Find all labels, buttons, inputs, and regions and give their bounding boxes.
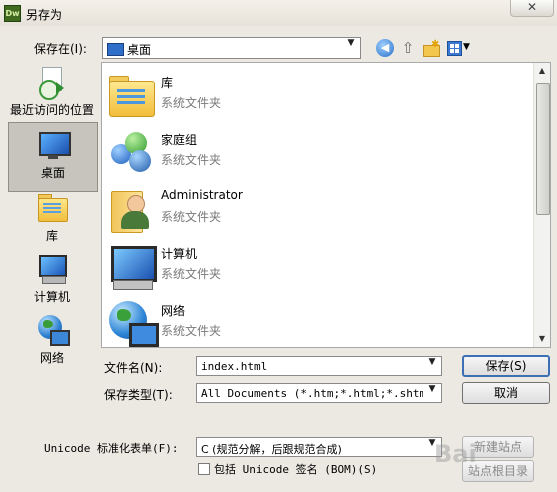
computer-icon (107, 242, 157, 290)
save-button[interactable]: 保存(S) (462, 355, 550, 377)
computer-icon (36, 253, 68, 285)
up-folder-icon[interactable]: ⇧ (399, 39, 417, 57)
list-item[interactable]: 网络 系统文件夹 (107, 295, 487, 351)
file-name: 计算机 (161, 247, 198, 261)
filetype-dropdown[interactable]: All Documents (*.htm;*.html;*.shtm;*. ▼ (196, 383, 442, 403)
cancel-button[interactable]: 取消 (462, 382, 550, 404)
list-item[interactable]: 库 系统文件夹 (107, 67, 487, 123)
filetype-label: 保存类型(T): (104, 388, 173, 402)
unicode-normalization-value: C (规范分解，后跟规范合成) (201, 443, 342, 456)
chevron-down-icon: ▼ (347, 38, 355, 48)
place-label: 桌面 (40, 166, 65, 180)
file-type: 系统文件夹 (161, 324, 222, 338)
dreamweaver-app-icon: Dw (4, 5, 21, 22)
filename-value: index.html (201, 360, 268, 373)
file-name: 网络 (161, 304, 186, 318)
bom-checkbox-label: 包括 Unicode 签名 (BOM)(S) (214, 463, 378, 476)
place-recent[interactable]: 最近访问的位置 (8, 66, 96, 118)
file-name: Administrator (161, 188, 243, 202)
network-icon (36, 314, 70, 346)
save-in-dropdown[interactable]: 桌面 ▼ (102, 37, 361, 59)
file-name: 家庭组 (161, 133, 198, 147)
filename-label: 文件名(N): (104, 361, 163, 375)
scroll-up-icon[interactable]: ▲ (534, 63, 550, 79)
file-list-scrollbar[interactable]: ▲ ▼ (533, 63, 550, 347)
user-folder-icon (107, 185, 155, 233)
back-icon[interactable]: ◀ (376, 39, 394, 57)
place-desktop[interactable]: 桌面 (8, 122, 98, 192)
desktop-icon (107, 43, 124, 56)
place-network[interactable]: 网络 (8, 314, 96, 366)
window-title: 另存为 (26, 8, 63, 22)
unicode-normalization-dropdown[interactable]: C (规范分解，后跟规范合成) ▼ (196, 437, 442, 457)
new-folder-icon[interactable]: ✱ (422, 39, 440, 57)
bom-checkbox[interactable] (198, 463, 210, 475)
place-label: 计算机 (33, 290, 70, 304)
unicode-normalization-label: Unicode 标准化表单(F): (44, 442, 179, 455)
recent-places-icon (36, 66, 68, 100)
scroll-thumb[interactable] (536, 83, 550, 215)
save-in-value: 桌面 (127, 43, 152, 57)
place-label: 最近访问的位置 (9, 103, 94, 117)
save-in-label: 保存在(I): (34, 42, 87, 56)
list-item[interactable]: 家庭组 系统文件夹 (107, 124, 487, 180)
file-type: 系统文件夹 (161, 96, 222, 110)
title-bar (0, 0, 557, 26)
view-menu-icon[interactable]: ▼ (446, 39, 472, 57)
list-item[interactable]: 计算机 系统文件夹 (107, 238, 487, 294)
close-button[interactable]: ✕ (510, 0, 554, 17)
place-computer[interactable]: 计算机 (8, 253, 96, 305)
desktop-icon (37, 129, 71, 161)
filename-input[interactable]: index.html ▼ (196, 356, 442, 376)
file-type: 系统文件夹 (161, 210, 222, 224)
file-type: 系统文件夹 (161, 153, 222, 167)
scroll-down-icon[interactable]: ▼ (534, 331, 550, 347)
file-list[interactable]: 库 系统文件夹 家庭组 系统文件夹 Administrator 系统文件夹 计算… (101, 62, 551, 348)
file-name: 库 (161, 76, 174, 90)
place-library[interactable]: 库 (8, 192, 96, 244)
filetype-value: All Documents (*.htm;*.html;*.shtm;*. (201, 387, 423, 400)
place-label: 网络 (39, 351, 64, 365)
chevron-down-icon: ▼ (428, 357, 436, 367)
chevron-down-icon: ▼ (428, 384, 436, 394)
homegroup-icon (107, 128, 155, 176)
library-icon (36, 192, 68, 224)
watermark: Bai (434, 440, 477, 468)
list-item[interactable]: Administrator 系统文件夹 (107, 181, 487, 237)
place-label: 库 (45, 229, 58, 243)
places-bar: 最近访问的位置 桌面 库 计算机 网络 (0, 62, 100, 374)
file-type: 系统文件夹 (161, 267, 222, 281)
network-icon (107, 299, 159, 347)
library-folder-icon (107, 71, 155, 119)
